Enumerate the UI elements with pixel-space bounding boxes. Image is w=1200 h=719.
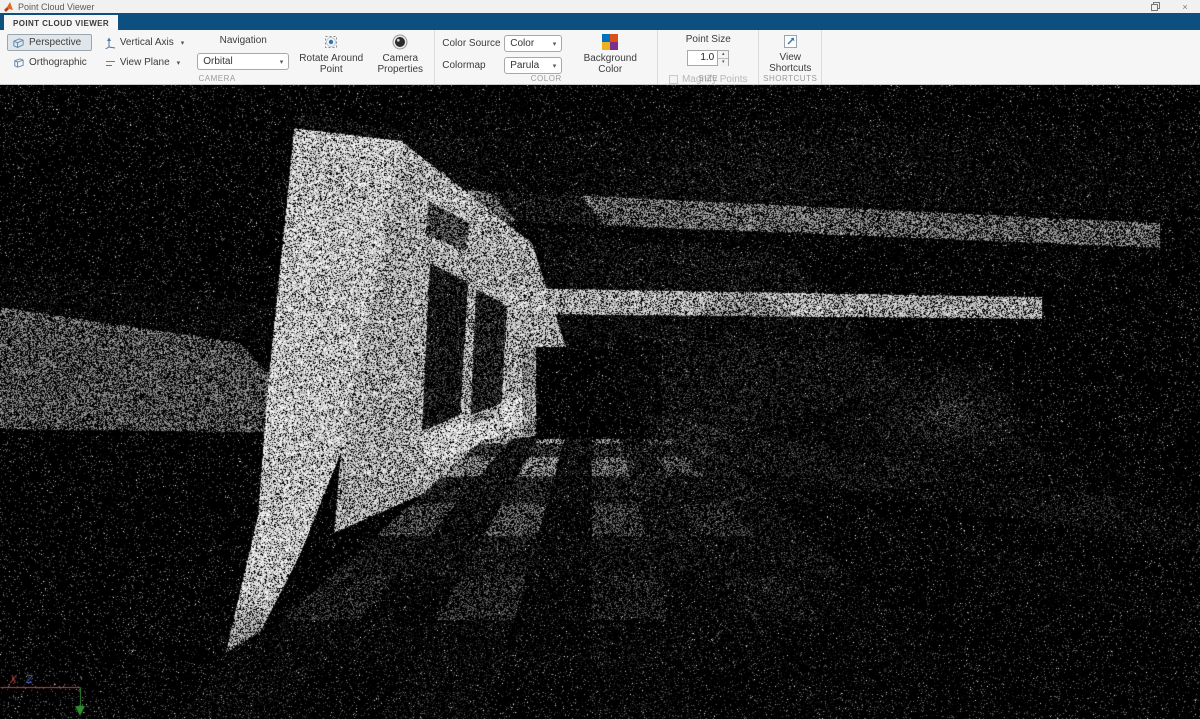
point-cloud-viewport[interactable] [0, 85, 1200, 719]
color-source-select[interactable]: Color ▾ [504, 35, 562, 52]
navigation-label: Navigation [197, 35, 289, 46]
view-shortcuts-button[interactable]: View Shortcuts [766, 34, 814, 74]
colormap-value: Parula [510, 60, 539, 71]
navigation-value: Orbital [203, 56, 232, 67]
point-size-label: Point Size [665, 34, 751, 45]
perspective-button[interactable]: Perspective [7, 34, 92, 51]
background-color-icon [602, 34, 618, 50]
view-shortcuts-label: View Shortcuts [766, 52, 814, 74]
colormap-select[interactable]: Parula ▾ [504, 57, 562, 74]
swatch-yellow [602, 42, 610, 50]
chevron-down-icon: ▾ [177, 59, 181, 67]
rotate-around-point-button[interactable]: Rotate Around Point [297, 34, 365, 75]
point-size-value: 1.0 [688, 51, 717, 65]
chevron-down-icon: ▾ [553, 40, 557, 48]
chevron-down-icon: ▾ [280, 58, 284, 66]
view-plane-dropdown[interactable]: View Plane ▾ [100, 54, 189, 71]
restore-icon [1151, 2, 1160, 11]
stepper-up-icon[interactable]: ▴ [718, 51, 728, 59]
restore-window-button[interactable] [1140, 0, 1170, 13]
section-label-camera: CAMERA [0, 74, 434, 83]
section-shortcuts: View Shortcuts SHORTCUTS [759, 30, 822, 84]
vertical-axis-icon [105, 37, 116, 49]
camera-properties-icon [392, 34, 408, 50]
window-title: Point Cloud Viewer [18, 2, 94, 12]
perspective-label: Perspective [29, 37, 81, 48]
navigation-select[interactable]: Orbital ▾ [197, 53, 289, 70]
stepper-buttons: ▴ ▾ [717, 51, 728, 65]
stepper-down-icon[interactable]: ▾ [718, 59, 728, 66]
titlebar: Point Cloud Viewer × [0, 0, 1200, 13]
swatch-blue [602, 34, 610, 42]
rotate-around-point-icon [323, 34, 339, 50]
window-controls: × [1140, 0, 1200, 13]
orthographic-icon [12, 57, 25, 69]
section-color: Color Source Color ▾ Colormap Parula ▾ [435, 30, 658, 84]
color-source-value: Color [510, 38, 534, 49]
matlab-logo-icon [4, 2, 14, 12]
background-color-button[interactable]: Background Color [570, 34, 650, 75]
view-plane-label: View Plane [120, 57, 170, 68]
app-window: Point Cloud Viewer × POINT CLOUD VIEWER [0, 0, 1200, 719]
point-size-stepper[interactable]: 1.0 ▴ ▾ [687, 50, 729, 66]
vertical-axis-label: Vertical Axis [120, 37, 174, 48]
section-label-size: SIZE [658, 74, 758, 83]
swatch-orange [610, 34, 618, 42]
camera-properties-label: Camera Properties [373, 53, 427, 75]
swatch-purple [610, 42, 618, 50]
orthographic-button[interactable]: Orthographic [7, 54, 92, 71]
view-shortcuts-icon [783, 34, 798, 49]
perspective-icon [12, 37, 25, 49]
ribbon-tab-bar: POINT CLOUD VIEWER [0, 13, 1200, 30]
section-size: Point Size 1.0 ▴ ▾ Magnify Points SIZE [658, 30, 759, 84]
camera-properties-button[interactable]: Camera Properties [373, 34, 427, 75]
close-window-button[interactable]: × [1170, 0, 1200, 13]
rotate-around-point-label: Rotate Around Point [297, 53, 365, 75]
vertical-axis-dropdown[interactable]: Vertical Axis ▾ [100, 34, 189, 51]
background-color-label: Background Color [570, 53, 650, 75]
orthographic-label: Orthographic [29, 57, 87, 68]
ribbon-toolbar: Perspective Orthographic [0, 30, 1200, 85]
color-source-label: Color Source [442, 38, 504, 49]
section-label-color: COLOR [435, 74, 657, 83]
chevron-down-icon: ▾ [181, 39, 185, 47]
section-camera: Perspective Orthographic [0, 30, 435, 84]
chevron-down-icon: ▾ [553, 62, 557, 70]
colormap-label: Colormap [442, 60, 504, 71]
section-label-shortcuts: SHORTCUTS [759, 74, 821, 83]
view-plane-icon [105, 57, 116, 69]
